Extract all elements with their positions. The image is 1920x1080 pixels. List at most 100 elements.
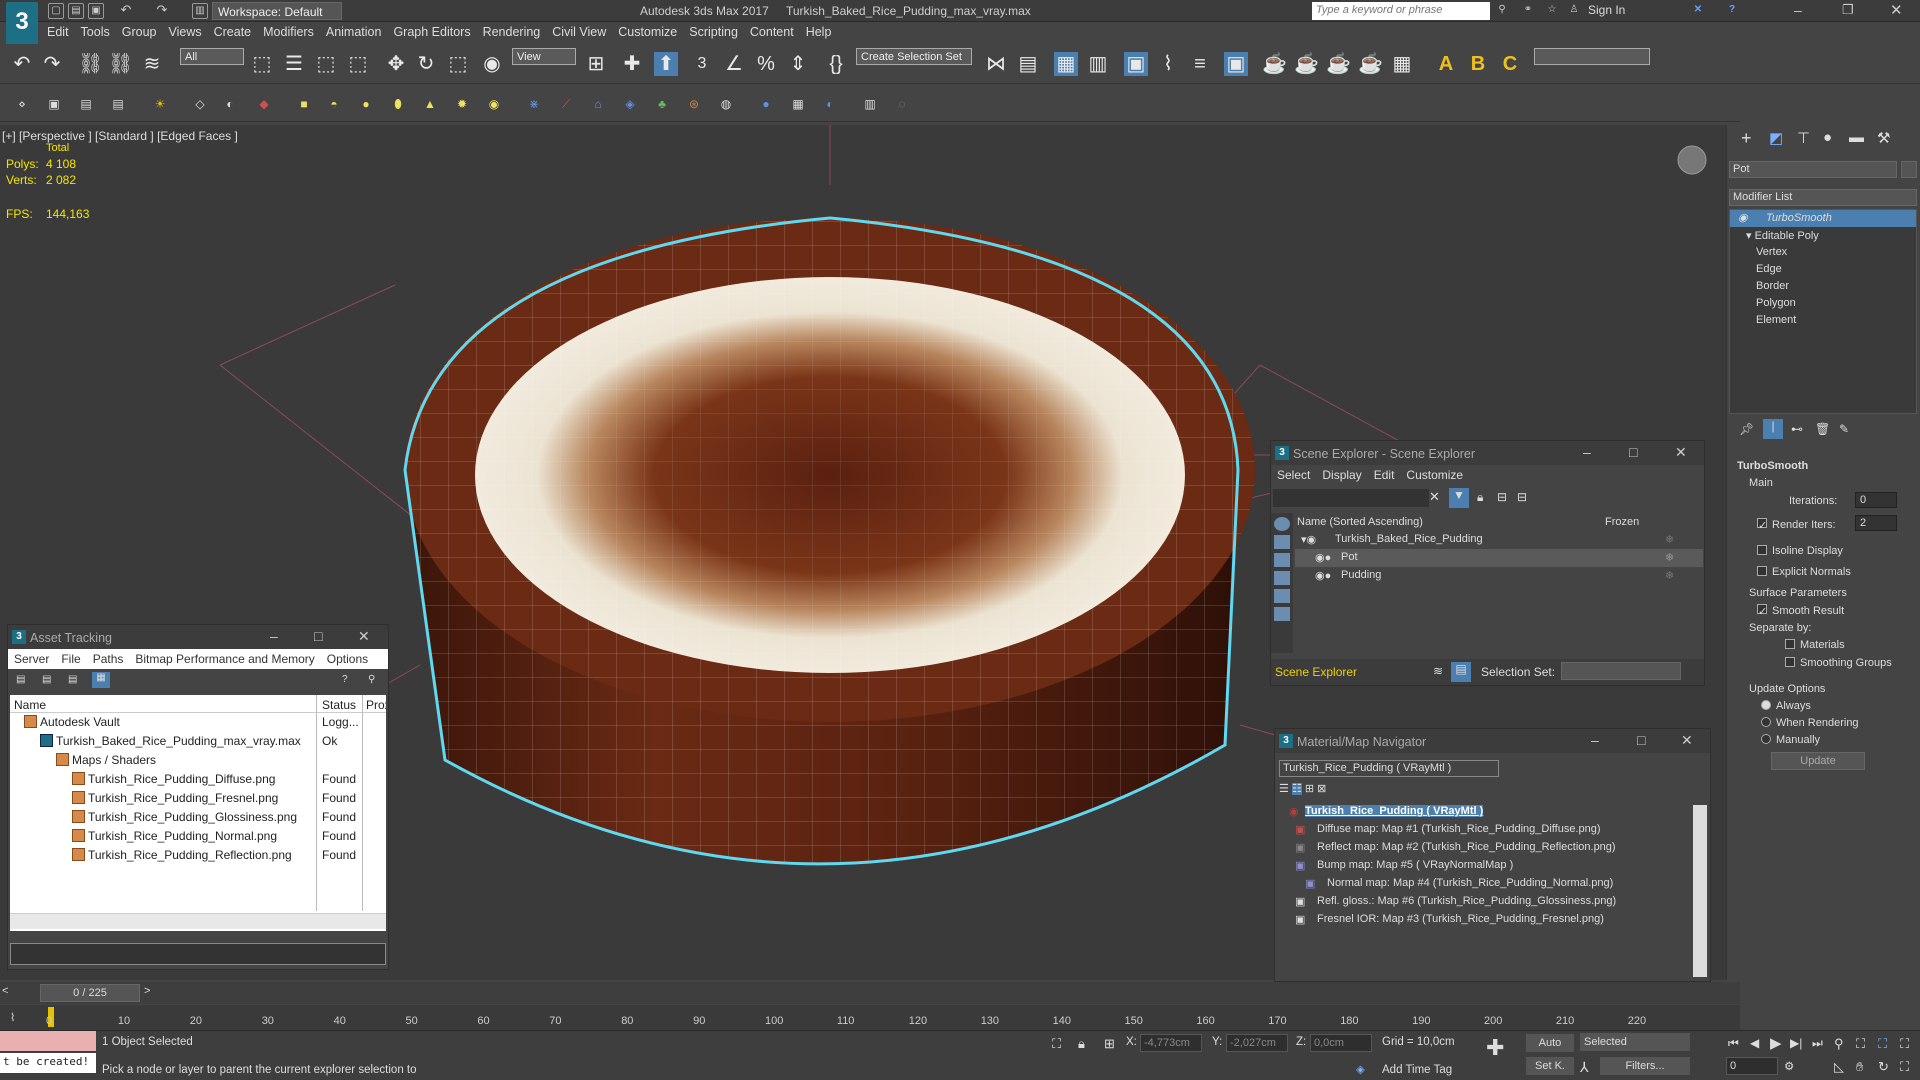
col-status-header[interactable]: Status bbox=[322, 698, 356, 712]
menu-server[interactable]: Server bbox=[14, 652, 49, 666]
tree-item[interactable]: ▣ Bump map: Map #5 ( VRayNormalMap ) bbox=[1279, 857, 1689, 875]
filter-icon[interactable]: ▼ bbox=[1449, 488, 1469, 508]
vray-tool-3-icon[interactable]: ▤ bbox=[78, 96, 94, 112]
tree-item[interactable]: ▾◉ Turkish_Baked_Rice_Pudding ❄ bbox=[1295, 531, 1703, 549]
manually-radio[interactable] bbox=[1761, 734, 1771, 744]
orbit-icon[interactable]: ↻ bbox=[1878, 1059, 1889, 1075]
tree-item[interactable]: ◉● Pot ❄ bbox=[1295, 549, 1703, 567]
large-icons-view-icon[interactable]: ⊠ bbox=[1317, 783, 1326, 795]
rotate-icon[interactable]: ↻ bbox=[414, 52, 438, 76]
explicit-normals-checkbox[interactable] bbox=[1757, 566, 1767, 576]
viewport-label[interactable]: [+] [Perspective ] [Standard ] [Edged Fa… bbox=[2, 129, 238, 143]
tree-item[interactable]: ◉ Turkish_Rice_Pudding ( VRayMtl ) bbox=[1279, 803, 1689, 821]
time-config-icon[interactable]: ⚙ bbox=[1784, 1059, 1794, 1073]
turbosmooth-rollout[interactable]: TurboSmooth bbox=[1737, 460, 1808, 472]
col-prox-header[interactable]: Prox bbox=[366, 698, 386, 712]
lock-icon[interactable]: 🔒︎ bbox=[1477, 490, 1483, 505]
list-view-icon[interactable]: ☰ bbox=[1279, 783, 1289, 795]
vray-b-icon[interactable]: B bbox=[1466, 52, 1490, 76]
menu-content[interactable]: Content bbox=[747, 23, 803, 39]
menu-group[interactable]: Group bbox=[119, 23, 166, 39]
table-row[interactable]: Turkish_Rice_Pudding_Reflection.png Found bbox=[10, 846, 386, 865]
pivot-icon[interactable]: ⊞ bbox=[584, 52, 608, 76]
rect-selection-icon[interactable]: ⬚ bbox=[314, 52, 338, 76]
key-filter-dropdown[interactable]: Selected bbox=[1580, 1033, 1690, 1051]
vray-c-icon[interactable]: C bbox=[1498, 52, 1522, 76]
display-lights-icon[interactable] bbox=[1274, 571, 1290, 585]
keyboard-shortcut-icon[interactable]: ⬆ bbox=[654, 52, 678, 76]
hierarchy-icon[interactable]: ⊟ bbox=[1497, 490, 1507, 504]
zoom-icon[interactable]: ⚲ bbox=[1834, 1036, 1844, 1052]
redo-icon[interactable]: ↷ bbox=[40, 52, 64, 76]
table-row[interactable]: Turkish_Rice_Pudding_Glossiness.png Found bbox=[10, 808, 386, 827]
minimize-window-icon[interactable]: – bbox=[1794, 2, 1802, 18]
track-bar[interactable]: ⌇ 0 10 20 30 40 50 60 70 80 90 100 110 120 130 140 150 1… bbox=[0, 1005, 1740, 1030]
menu-select[interactable]: Select bbox=[1277, 468, 1310, 482]
small-icons-view-icon[interactable]: ⊞ bbox=[1305, 783, 1314, 795]
z-coord-field[interactable]: 0,0cm bbox=[1310, 1034, 1372, 1052]
pin-icon[interactable]: ⚲ bbox=[368, 674, 375, 685]
asset-tracking-titlebar[interactable]: 3 Asset Tracking – □ ✕ bbox=[8, 625, 388, 649]
vray-dropdown[interactable] bbox=[1534, 48, 1650, 65]
render-activeshade-icon[interactable]: ☕ bbox=[1358, 52, 1383, 76]
restore-window-icon[interactable]: ❐ bbox=[1842, 2, 1854, 18]
align-icon[interactable]: ▤ bbox=[1016, 52, 1040, 76]
table-row[interactable]: Turkish_Rice_Pudding_Fresnel.png Found bbox=[10, 789, 386, 808]
menu-civil-view[interactable]: Civil View bbox=[549, 23, 615, 39]
modifier-editable-poly[interactable]: ▾ Editable Poly bbox=[1730, 227, 1916, 244]
vray-camera-icon[interactable]: ⌂ bbox=[590, 96, 606, 112]
tree-item[interactable]: ◉● Pudding ❄ bbox=[1295, 567, 1703, 585]
set-key-button[interactable]: Set K. bbox=[1526, 1057, 1574, 1075]
maxscript-mini-listener[interactable] bbox=[0, 1031, 96, 1051]
scale-icon[interactable]: ⬚ bbox=[446, 52, 470, 76]
smoothing-groups-checkbox[interactable] bbox=[1785, 657, 1795, 667]
sort-icon[interactable]: ▤ bbox=[1451, 662, 1471, 682]
utilities-tab-icon[interactable]: ⚒ bbox=[1877, 129, 1890, 147]
vray-tool-23-icon[interactable]: ▦ bbox=[790, 96, 806, 112]
vray-plant-icon[interactable]: ♣ bbox=[654, 96, 670, 112]
render-setup-icon[interactable]: ▣ bbox=[1224, 52, 1248, 76]
menu-help[interactable]: Help bbox=[803, 23, 841, 39]
user-icon[interactable]: ♙ bbox=[1566, 3, 1582, 19]
vray-tool-6-icon[interactable]: ◇ bbox=[192, 96, 208, 112]
vray-mesh-light-icon[interactable]: ⬮ bbox=[390, 96, 406, 112]
pan-icon[interactable]: ✋︎ bbox=[1856, 1059, 1863, 1075]
move-icon[interactable]: ✥ bbox=[384, 52, 408, 76]
vray-tool-26-icon[interactable]: ◌ bbox=[894, 96, 910, 112]
redo-icon[interactable]: ↷ bbox=[154, 3, 170, 19]
add-key-icon[interactable]: ✚ bbox=[1486, 1035, 1504, 1061]
render-production-icon[interactable]: ☕ bbox=[1294, 52, 1319, 76]
menu-views[interactable]: Views bbox=[165, 23, 210, 39]
asset-path-field[interactable] bbox=[10, 943, 386, 965]
time-tag-icon[interactable]: ◈ bbox=[1356, 1062, 1365, 1076]
menu-paths[interactable]: Paths bbox=[93, 652, 124, 666]
render-online-icon[interactable]: ▦ bbox=[1390, 52, 1414, 76]
modifier-list-dropdown[interactable]: Modifier List bbox=[1729, 189, 1917, 206]
close-window-icon[interactable]: ✕ bbox=[1890, 1, 1903, 19]
table-row[interactable]: Autodesk Vault Logg... bbox=[10, 713, 386, 732]
zoom-extents-icon[interactable]: ⛶ bbox=[1878, 1036, 1887, 1052]
menu-modifiers[interactable]: Modifiers bbox=[260, 23, 323, 39]
visibility-icon[interactable]: ◉● bbox=[1315, 569, 1331, 582]
select-by-name-icon[interactable]: ☰ bbox=[282, 52, 306, 76]
make-unique-icon[interactable]: ⊷ bbox=[1791, 422, 1803, 436]
subobject-vertex[interactable]: Vertex bbox=[1730, 244, 1916, 261]
display-helpers-icon[interactable] bbox=[1274, 607, 1290, 621]
modify-tab-icon[interactable]: ◩ bbox=[1769, 129, 1783, 147]
star-icon[interactable]: ☆ bbox=[1544, 3, 1560, 19]
list-icons-view-icon[interactable]: ☷ bbox=[1291, 783, 1302, 795]
binoculars-icon[interactable]: ⚭ bbox=[1520, 3, 1536, 19]
menu-display[interactable]: Display bbox=[1322, 468, 1361, 482]
explorer-name-field[interactable]: Scene Explorer bbox=[1275, 665, 1357, 679]
minimize-icon[interactable]: – bbox=[1583, 444, 1591, 460]
undo-icon[interactable]: ↶ bbox=[118, 3, 134, 19]
project-icon[interactable]: ▥ bbox=[192, 3, 208, 19]
angle-snap-icon[interactable]: ∠ bbox=[722, 52, 746, 76]
render-iterative-icon[interactable]: ☕ bbox=[1326, 52, 1351, 76]
table-row[interactable]: Turkish_Rice_Pudding_Diffuse.png Found bbox=[10, 770, 386, 789]
render-iters-checkbox[interactable]: ✓ bbox=[1757, 518, 1767, 532]
selection-lock-icon[interactable]: 🔒︎ bbox=[1078, 1036, 1085, 1052]
col-name-header[interactable]: Name (Sorted Ascending) bbox=[1297, 516, 1423, 528]
y-coord-field[interactable]: -2,027cm bbox=[1226, 1034, 1288, 1052]
smooth-result-checkbox[interactable]: ✓ bbox=[1757, 604, 1767, 618]
